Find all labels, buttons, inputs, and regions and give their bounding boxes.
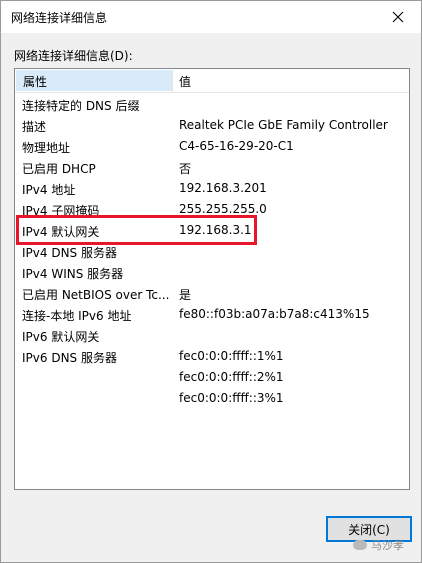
list-item[interactable]: IPv4 DNS 服务器 (15, 240, 409, 261)
property-cell: 连接-本地 IPv6 地址 (22, 309, 132, 323)
value-cell: fec0:0:0:ffff::2%1 (179, 370, 284, 384)
column-divider[interactable] (172, 70, 173, 92)
title-bar: 网络连接详细信息 (1, 1, 421, 33)
wechat-icon (353, 540, 367, 550)
list-item[interactable]: 已启用 DHCP 否 (15, 156, 409, 177)
property-cell: IPv4 WINS 服务器 (22, 267, 124, 281)
property-cell: IPv6 DNS 服务器 (22, 351, 117, 365)
property-cell: 已启用 NetBIOS over Tc... (22, 288, 170, 302)
list-item[interactable]: 连接-本地 IPv6 地址 fe80::f03b:a07a:b7a8:c413%1… (15, 303, 409, 324)
network-details-dialog: 网络连接详细信息 网络连接详细信息(D): 属性 值 连接特定的 DNS 后缀描… (0, 0, 422, 563)
list-item[interactable]: 已启用 NetBIOS over Tc... 是 (15, 282, 409, 303)
value-cell: 是 (179, 288, 192, 302)
list-item[interactable]: IPv4 子网掩码 255.255.255.0 (15, 198, 409, 219)
details-list[interactable]: 属性 值 连接特定的 DNS 后缀 描述 Realtek PCIe GbE Fami… (14, 68, 410, 490)
value-cell: C4-65-16-29-20-C1 (179, 139, 294, 153)
list-item[interactable]: fec0:0:0:ffff::3%1 (15, 387, 409, 408)
property-cell: IPv4 子网掩码 (22, 204, 100, 218)
list-item[interactable]: IPv6 DNS 服务器 fec0:0:0:ffff::1%1 (15, 345, 409, 366)
list-item[interactable]: 物理地址 C4-65-16-29-20-C1 (15, 135, 409, 156)
column-header-property[interactable]: 属性 (16, 70, 172, 91)
value-cell: fe80::f03b:a07a:b7a8:c413%15 (179, 307, 370, 321)
watermark-text: 马沙孝 (371, 539, 404, 552)
watermark: 马沙孝 (353, 537, 404, 553)
list-item[interactable]: 描述 Realtek PCIe GbE Family Controller (15, 114, 409, 135)
value-cell: fec0:0:0:ffff::1%1 (179, 349, 284, 363)
value-cell: 192.168.3.201 (179, 181, 267, 195)
property-cell: IPv6 默认网关 (22, 330, 100, 344)
property-cell: 连接特定的 DNS 后缀 (22, 99, 140, 113)
list-item[interactable]: IPv4 默认网关 192.168.3.1 (15, 219, 409, 240)
property-cell: IPv4 默认网关 (22, 225, 100, 239)
list-item[interactable]: fec0:0:0:ffff::2%1 (15, 366, 409, 387)
property-cell: 已启用 DHCP (22, 162, 96, 176)
list-item[interactable]: IPv4 WINS 服务器 (15, 261, 409, 282)
value-cell: Realtek PCIe GbE Family Controller (179, 118, 388, 132)
close-icon[interactable] (375, 1, 421, 33)
list-header: 属性 值 (15, 69, 409, 93)
list-rows: 连接特定的 DNS 后缀 描述 Realtek PCIe GbE Family Co… (15, 93, 409, 408)
list-item[interactable]: IPv6 默认网关 (15, 324, 409, 345)
list-item[interactable]: 连接特定的 DNS 后缀 (15, 93, 409, 114)
value-cell: 否 (179, 162, 192, 176)
details-group-label: 网络连接详细信息(D): (14, 49, 133, 63)
property-cell: 描述 (22, 120, 47, 134)
list-item[interactable]: IPv4 地址 192.168.3.201 (15, 177, 409, 198)
window-title: 网络连接详细信息 (11, 11, 108, 25)
property-cell: IPv4 DNS 服务器 (22, 246, 117, 260)
property-cell: IPv4 地址 (22, 183, 76, 197)
value-cell: 192.168.3.1 (179, 223, 252, 237)
value-cell: fec0:0:0:ffff::3%1 (179, 391, 284, 405)
column-header-value[interactable]: 值 (179, 73, 191, 90)
value-cell: 255.255.255.0 (179, 202, 267, 216)
property-cell: 物理地址 (22, 141, 71, 155)
